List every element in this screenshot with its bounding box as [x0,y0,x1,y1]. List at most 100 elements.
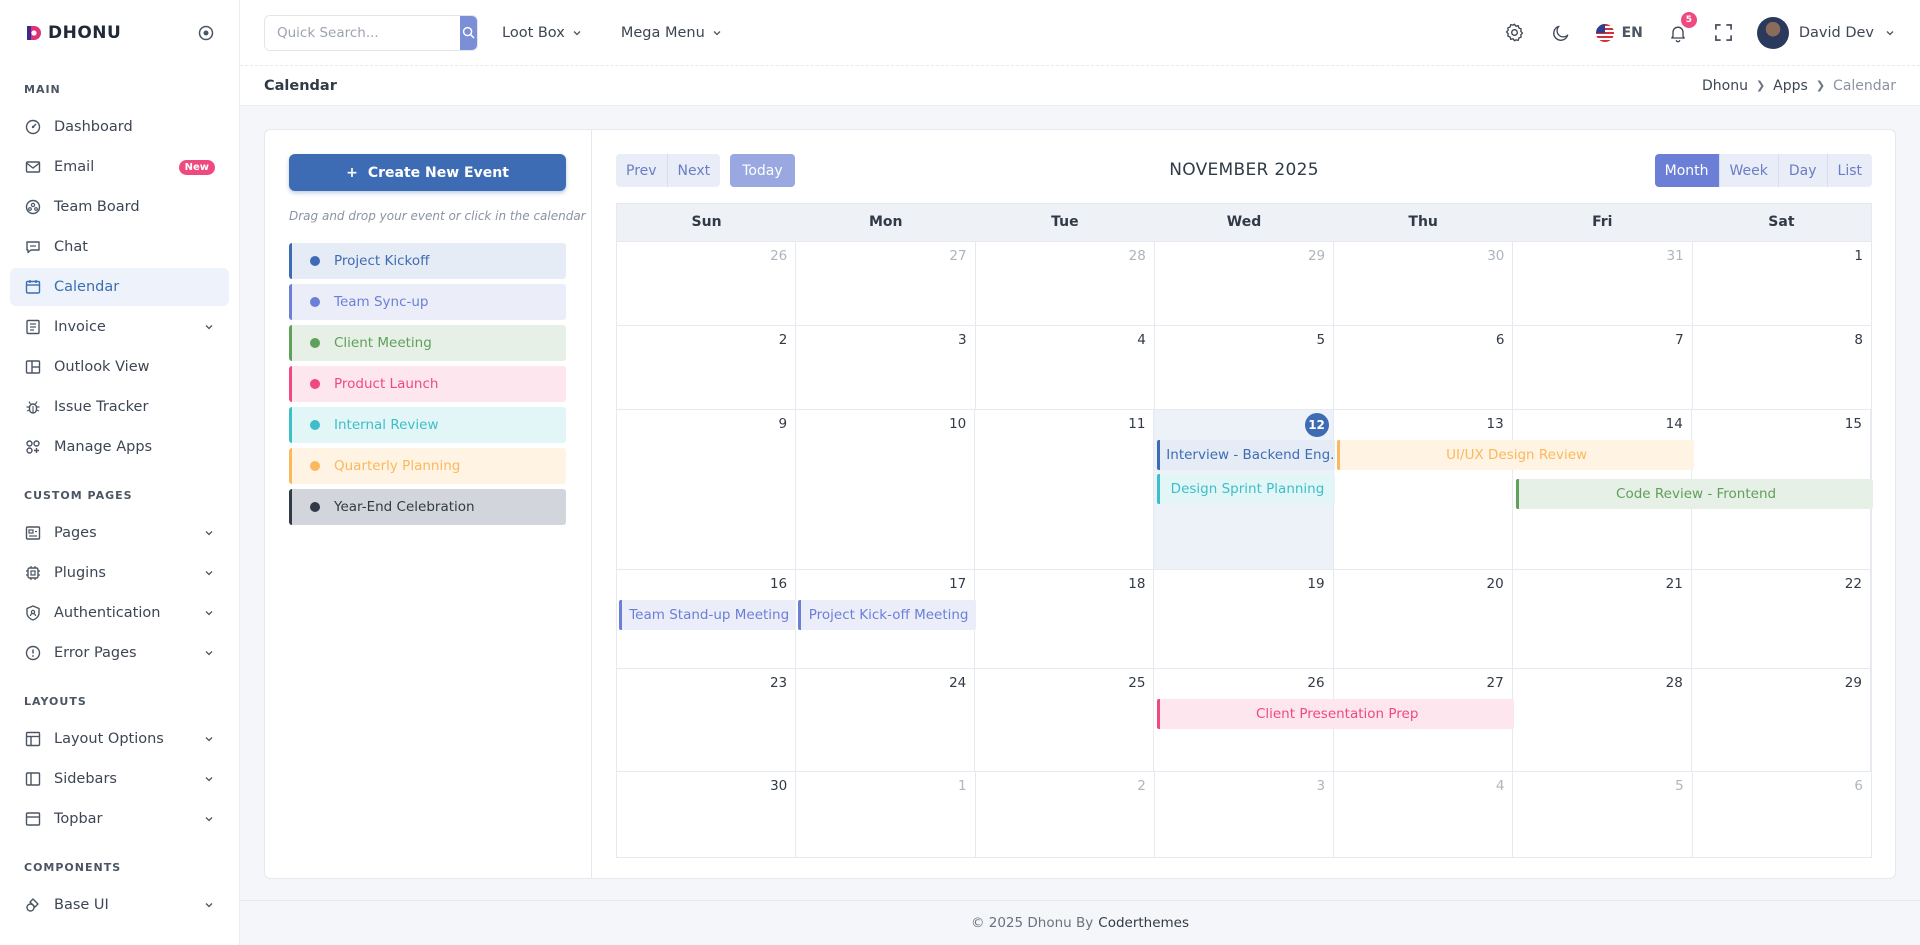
day-number: 17 [949,576,967,592]
sidebar-item-outlook-view[interactable]: Outlook View [10,348,229,386]
view-month-button[interactable]: Month [1654,154,1720,187]
calendar-event-design-sprint-planning[interactable]: Design Sprint Planning [1157,474,1335,504]
calendar-day-cell[interactable]: 6 [1334,326,1514,409]
calendar-day-cell[interactable]: 1 [796,772,976,857]
settings-button[interactable] [1504,22,1526,44]
external-event-quarterly-planning[interactable]: Quarterly Planning [289,448,566,484]
today-button[interactable]: Today [730,154,795,187]
calendar-day-cell[interactable]: 21 [1513,570,1692,668]
calendar-day-cell[interactable]: 10 [796,410,976,569]
sidebar-item-layout-options[interactable]: Layout Options [10,720,229,758]
notifications-button[interactable]: 5 [1667,11,1697,44]
sidebar-item-calendar[interactable]: Calendar [10,268,229,306]
calendar-day-cell[interactable]: 29 [1692,669,1871,771]
create-event-button[interactable]: + Create New Event [289,154,566,191]
search-button[interactable] [460,15,477,50]
calendar-day-cell[interactable]: 26 [617,242,797,325]
calendar-day-cell[interactable]: 3 [1155,772,1335,857]
calendar-day-cell[interactable]: 2 [617,326,797,409]
calendar-day-cell[interactable]: 2 [976,772,1155,857]
external-event-client-meeting[interactable]: Client Meeting [289,325,566,361]
next-button[interactable]: Next [667,154,721,187]
menu-section-title: CUSTOM PAGES [24,489,133,502]
view-week-button[interactable]: Week [1719,154,1779,187]
calendar-day-cell[interactable]: 5 [1513,772,1693,857]
calendar-day-cell[interactable]: 4 [976,326,1155,409]
sidebar-item-manage-apps[interactable]: Manage Apps [10,428,229,466]
calendar-event-interview-backend-eng[interactable]: Interview - Backend Eng... [1157,440,1335,470]
calendar-day-cell[interactable]: 5 [1155,326,1335,409]
calendar-day-cell[interactable]: 29 [1155,242,1335,325]
calendar-day-cell[interactable]: 23 [617,669,797,771]
loot-box-menu[interactable]: Loot Box [502,25,583,41]
topbar-actions: EN 5 David Dev [1480,11,1896,49]
calendar-day-cell[interactable]: 1 [1693,242,1871,325]
day-number: 11 [1128,416,1146,432]
calendar-icon [25,280,41,294]
sidebar-item-email[interactable]: Email New [10,148,229,186]
calendar-day-cell[interactable]: 28 [1513,669,1692,771]
calendar-day-cell[interactable]: 4 [1334,772,1514,857]
sidebar-item-topbar[interactable]: Topbar [10,800,229,838]
external-event-year-end-celebration[interactable]: Year-End Celebration [289,489,566,525]
sidebar-item-plugins[interactable]: Plugins [10,554,229,592]
sidebar-item-sidebars[interactable]: Sidebars [10,760,229,798]
calendar-day-cell[interactable]: 24 [796,669,976,771]
user-menu[interactable]: David Dev [1756,16,1896,49]
calendar-day-cell[interactable]: 3 [796,326,976,409]
calendar-day-cell[interactable]: 6 [1693,772,1871,857]
search-input[interactable] [265,15,460,50]
calendar-event-project-kick-off-meeting[interactable]: Project Kick-off Meeting [798,600,976,630]
sidebar-item-chat[interactable]: Chat [10,228,229,266]
view-list-button[interactable]: List [1827,154,1872,187]
breadcrumb-item-dhonu[interactable]: Dhonu [1702,78,1748,94]
sidebar-item-error-pages[interactable]: Error Pages [10,634,229,672]
calendar-day-cell[interactable]: 20 [1334,570,1513,668]
calendar-event-team-stand-up-meeting[interactable]: Team Stand-up Meeting [619,600,797,630]
calendar-day-cell[interactable]: 19 [1154,570,1334,668]
sidebar-item-invoice[interactable]: Invoice [10,308,229,346]
breadcrumb-item-apps[interactable]: Apps [1773,78,1808,94]
calendar-day-cell[interactable]: 13 [1334,410,1513,569]
external-event-internal-review[interactable]: Internal Review [289,407,566,443]
base-ui-icon [26,898,39,912]
sidebar-item-issue-tracker[interactable]: Issue Tracker [10,388,229,426]
calendar-day-cell[interactable]: 22 [1692,570,1871,668]
theme-toggle[interactable] [1550,22,1572,44]
day-number: 27 [1486,675,1504,691]
sidebar-item-pages[interactable]: Pages [10,514,229,552]
calendar-event-code-review-frontend[interactable]: Code Review - Frontend [1516,479,1873,510]
external-event-project-kickoff[interactable]: Project Kickoff [289,243,566,279]
calendar-day-cell[interactable]: 31 [1513,242,1693,325]
calendar-day-cell[interactable]: 8 [1693,326,1871,409]
sidebar-item-dashboard[interactable]: Dashboard [10,108,229,146]
calendar-day-cell[interactable]: 25 [975,669,1155,771]
calendar-day-cell[interactable]: 27 [796,242,976,325]
sidebar-toggle-icon[interactable] [197,24,215,42]
calendar-day-cell[interactable]: 18 [975,570,1155,668]
sidebar-item-authentication[interactable]: Authentication [10,594,229,632]
view-day-button[interactable]: Day [1778,154,1828,187]
calendar-event-ui-ux-design-review[interactable]: UI/UX Design Review [1336,440,1694,470]
sidebar-item-team-board[interactable]: Team Board [10,188,229,226]
calendar-event-client-presentation-prep[interactable]: Client Presentation Prep [1157,699,1515,729]
day-number: 15 [1844,416,1862,432]
mega-menu[interactable]: Mega Menu [621,25,723,41]
external-event-team-sync-up[interactable]: Team Sync-up [289,284,566,320]
fullscreen-button[interactable] [1713,22,1735,44]
day-number: 26 [770,248,788,264]
search-icon [462,26,475,39]
calendar-day-cell[interactable]: 28 [976,242,1155,325]
external-event-product-launch[interactable]: Product Launch [289,366,566,402]
calendar-day-cell[interactable]: 30 [617,772,797,857]
language-selector[interactable]: EN [1595,23,1643,42]
logo[interactable]: DHONU [24,23,121,43]
calendar-day-cell[interactable]: 9 [617,410,797,569]
us-flag-icon [1595,23,1614,42]
calendar-day-cell[interactable]: 30 [1334,242,1514,325]
footer-company-link[interactable]: Coderthemes [1098,915,1189,931]
calendar-day-cell[interactable]: 7 [1513,326,1693,409]
sidebar-item-base-ui[interactable]: Base UI [10,886,229,924]
prev-button[interactable]: Prev [616,154,668,187]
calendar-day-cell[interactable]: 11 [975,410,1155,569]
